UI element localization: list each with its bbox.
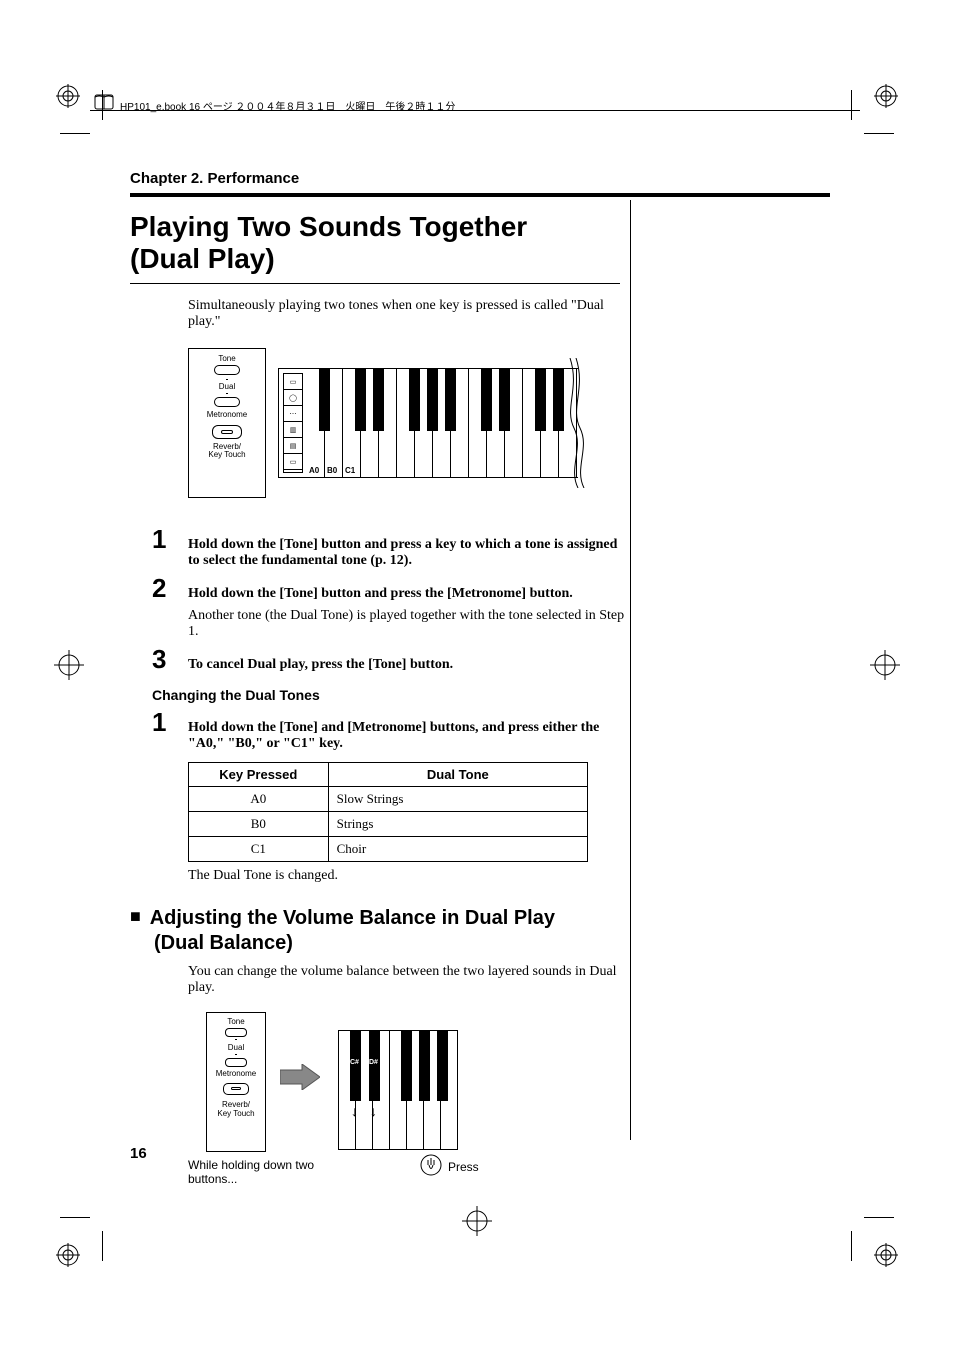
step-2: 2 Hold down the [Tone] button and press … xyxy=(130,575,630,640)
panel-button-icon xyxy=(225,1058,247,1067)
subheading-changing-tones: Changing the Dual Tones xyxy=(152,687,830,703)
section-title: Playing Two Sounds Together (Dual Play) xyxy=(130,211,830,275)
key-label-c1: C1 xyxy=(345,466,355,475)
panel-label-metronome: Metronome xyxy=(207,1069,265,1078)
crop-line xyxy=(102,1231,103,1261)
arrow-down-icon: ↓ xyxy=(351,1105,358,1121)
keyboard-side-strip: ▭◯⋯▥▤▭ xyxy=(283,373,303,473)
reg-mark-icon xyxy=(56,1243,80,1267)
page-content: Chapter 2. Performance Playing Two Sound… xyxy=(130,170,830,1212)
panel-label-metronome: Metronome xyxy=(189,411,265,419)
table-row: B0 Strings xyxy=(189,812,588,837)
cross-mark-icon xyxy=(54,650,84,680)
table-cell: Slow Strings xyxy=(328,787,587,812)
step-1: 1 Hold down the [Tone] button and press … xyxy=(130,526,630,569)
table-cell: B0 xyxy=(189,812,329,837)
subsection-heading: ■ Adjusting the Volume Balance in Dual P… xyxy=(130,906,830,956)
keyboard-break-icon xyxy=(568,358,588,488)
heavy-rule xyxy=(130,193,830,197)
title-line-1: Playing Two Sounds Together xyxy=(130,211,527,242)
panel-label-reverb: Reverb/ Key Touch xyxy=(207,1100,265,1118)
chapter-heading: Chapter 2. Performance xyxy=(130,170,830,187)
table-row: C1 Choir xyxy=(189,837,588,862)
table-cell: A0 xyxy=(189,787,329,812)
step-text: Hold down the [Tone] button and press a … xyxy=(188,537,617,568)
control-panel-diagram: Tone Dual Metronome Reverb/ Key Touch xyxy=(206,1012,266,1152)
control-panel-diagram: Tone Dual Metronome Reverb/ Key Touch xyxy=(188,348,266,498)
panel-label-tone: Tone xyxy=(189,355,265,363)
panel-button-icon xyxy=(214,397,240,407)
table-cell: Strings xyxy=(328,812,587,837)
table-cell: C1 xyxy=(189,837,329,862)
table-row: A0 Slow Strings xyxy=(189,787,588,812)
bullet-square-icon: ■ xyxy=(130,906,141,926)
panel-label-dual: Dual xyxy=(189,383,265,391)
step-number: 2 xyxy=(130,575,188,601)
step-text: To cancel Dual play, press the [Tone] bu… xyxy=(188,657,453,672)
keyboard-diagram: ▭◯⋯▥▤▭ A0 B0 C1 xyxy=(278,368,578,478)
step-text: Hold down the [Tone] and [Metronome] but… xyxy=(188,720,599,751)
h2-line-2: (Dual Balance) xyxy=(154,932,293,954)
table-cell: Choir xyxy=(328,837,587,862)
crop-line xyxy=(60,1217,90,1218)
figure-caption-hold: While holding down two buttons... xyxy=(188,1158,318,1186)
page-number: 16 xyxy=(130,1145,147,1162)
crop-line xyxy=(851,90,852,120)
reg-mark-icon xyxy=(874,84,898,108)
figure-caption-press: Press xyxy=(448,1160,479,1174)
panel-label-reverb: Reverb/ Key Touch xyxy=(189,443,265,459)
crop-line xyxy=(851,1231,852,1261)
h2-line-1: Adjusting the Volume Balance in Dual Pla… xyxy=(150,907,555,929)
panel-button-icon xyxy=(212,425,242,439)
key-label-csharp: C# xyxy=(350,1059,359,1066)
step-text: Hold down the [Tone] button and press th… xyxy=(188,586,630,602)
key-label-dsharp: D# xyxy=(369,1059,378,1066)
arrow-right-icon xyxy=(280,1064,320,1090)
arrow-down-icon: ↓ xyxy=(370,1105,377,1121)
crop-line xyxy=(864,1217,894,1218)
after-table-text: The Dual Tone is changed. xyxy=(188,868,830,884)
figure-panel-keyboard: Tone Dual Metronome Reverb/ Key Touch ▭◯… xyxy=(188,348,588,508)
step-subtext: Another tone (the Dual Tone) is played t… xyxy=(188,608,630,640)
hand-icon xyxy=(420,1154,442,1176)
table-header-tone: Dual Tone xyxy=(328,763,587,787)
panel-button-icon xyxy=(225,1028,247,1037)
panel-label-dual: Dual xyxy=(207,1043,265,1052)
book-icon xyxy=(94,92,114,112)
keyboard-diagram-small: C# D# ↓ ↓ xyxy=(338,1030,458,1150)
key-label-b0: B0 xyxy=(327,466,337,475)
key-label-a0: A0 xyxy=(309,466,319,475)
crop-line xyxy=(864,133,894,134)
cross-mark-icon xyxy=(870,650,900,680)
step-3: 3 To cancel Dual play, press the [Tone] … xyxy=(130,646,630,673)
header-rule xyxy=(90,110,860,111)
subsection-body: You can change the volume balance betwee… xyxy=(188,964,628,996)
crop-line xyxy=(60,133,90,134)
dual-tone-table: Key Pressed Dual Tone A0 Slow Strings B0… xyxy=(188,762,588,862)
table-header-key: Key Pressed xyxy=(189,763,329,787)
reg-mark-icon xyxy=(874,1243,898,1267)
step-number: 3 xyxy=(130,646,188,672)
step-number: 1 xyxy=(130,709,188,735)
title-line-2: (Dual Play) xyxy=(130,243,275,274)
figure-dual-balance: Tone Dual Metronome Reverb/ Key Touch C#… xyxy=(188,1012,508,1212)
step-number: 1 xyxy=(130,526,188,552)
panel-button-icon xyxy=(223,1083,249,1095)
change-step-1: 1 Hold down the [Tone] and [Metronome] b… xyxy=(130,709,630,752)
reg-mark-icon xyxy=(56,84,80,108)
panel-label-tone: Tone xyxy=(207,1017,265,1026)
thin-rule xyxy=(130,283,620,284)
intro-text: Simultaneously playing two tones when on… xyxy=(188,298,628,330)
panel-button-icon xyxy=(214,365,240,375)
